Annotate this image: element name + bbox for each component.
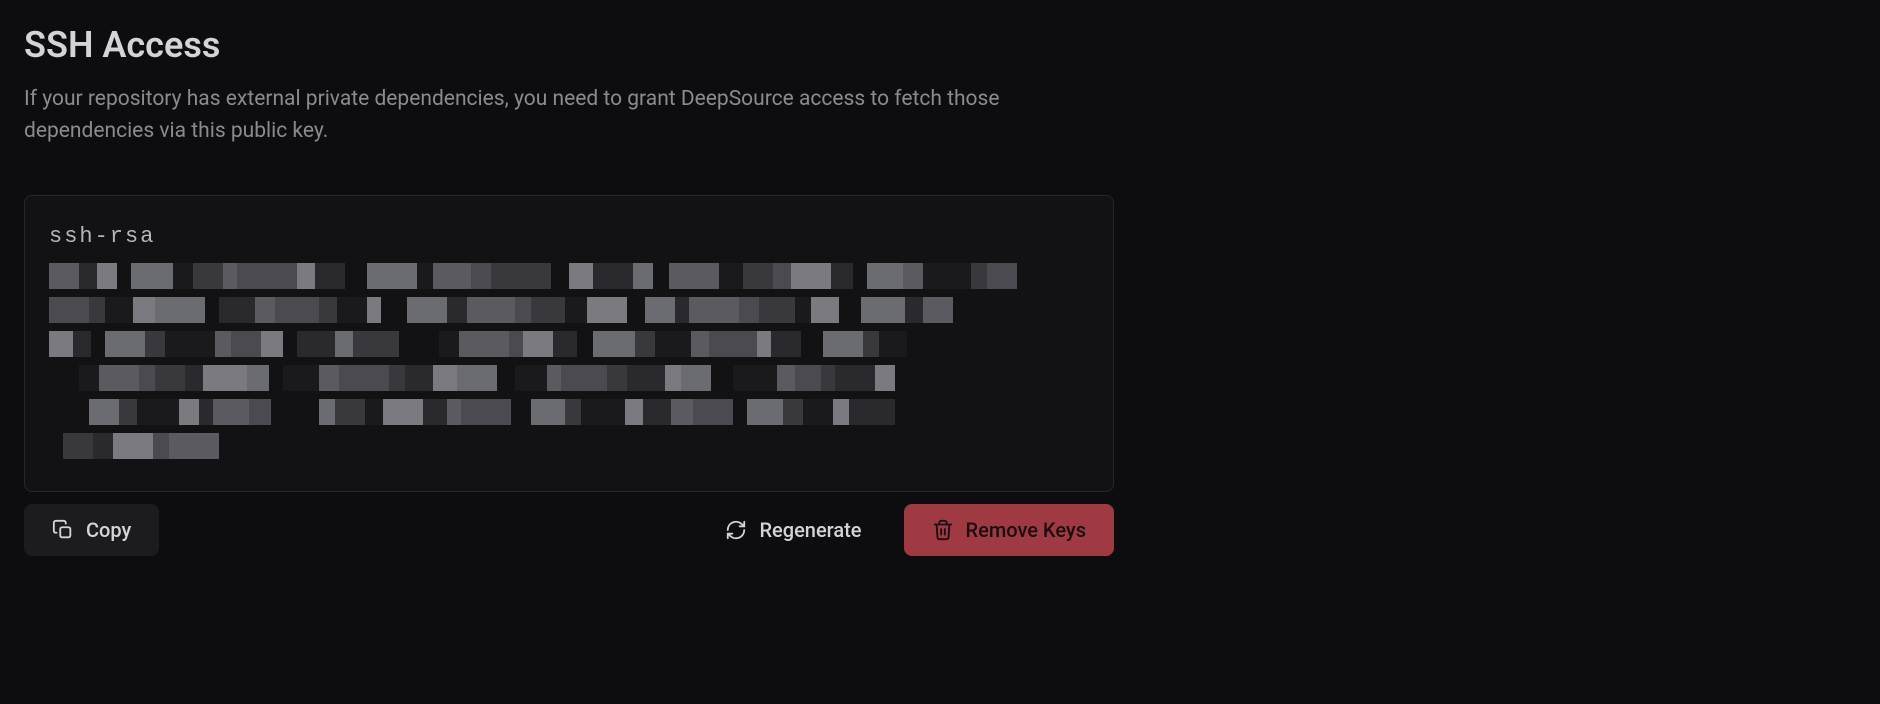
ssh-key-redacted: [49, 263, 1089, 463]
copy-button[interactable]: Copy: [24, 504, 159, 556]
regenerate-button[interactable]: Regenerate: [697, 504, 889, 556]
trash-icon: [932, 519, 954, 541]
ssh-access-section: SSH Access If your repository has extern…: [24, 24, 1114, 556]
ssh-key-display: ssh-rsa: [24, 195, 1114, 492]
regenerate-button-label: Regenerate: [759, 518, 861, 542]
copy-icon: [52, 519, 74, 541]
button-group-right: Regenerate Remove Keys: [697, 504, 1114, 556]
ssh-key-prefix: ssh-rsa: [49, 224, 1089, 249]
remove-keys-button[interactable]: Remove Keys: [904, 504, 1114, 556]
section-title: SSH Access: [24, 24, 1114, 66]
button-row: Copy Regenerate: [24, 504, 1114, 556]
remove-keys-button-label: Remove Keys: [966, 518, 1086, 542]
copy-button-label: Copy: [86, 518, 131, 542]
section-description: If your repository has external private …: [24, 84, 1114, 147]
refresh-icon: [725, 519, 747, 541]
